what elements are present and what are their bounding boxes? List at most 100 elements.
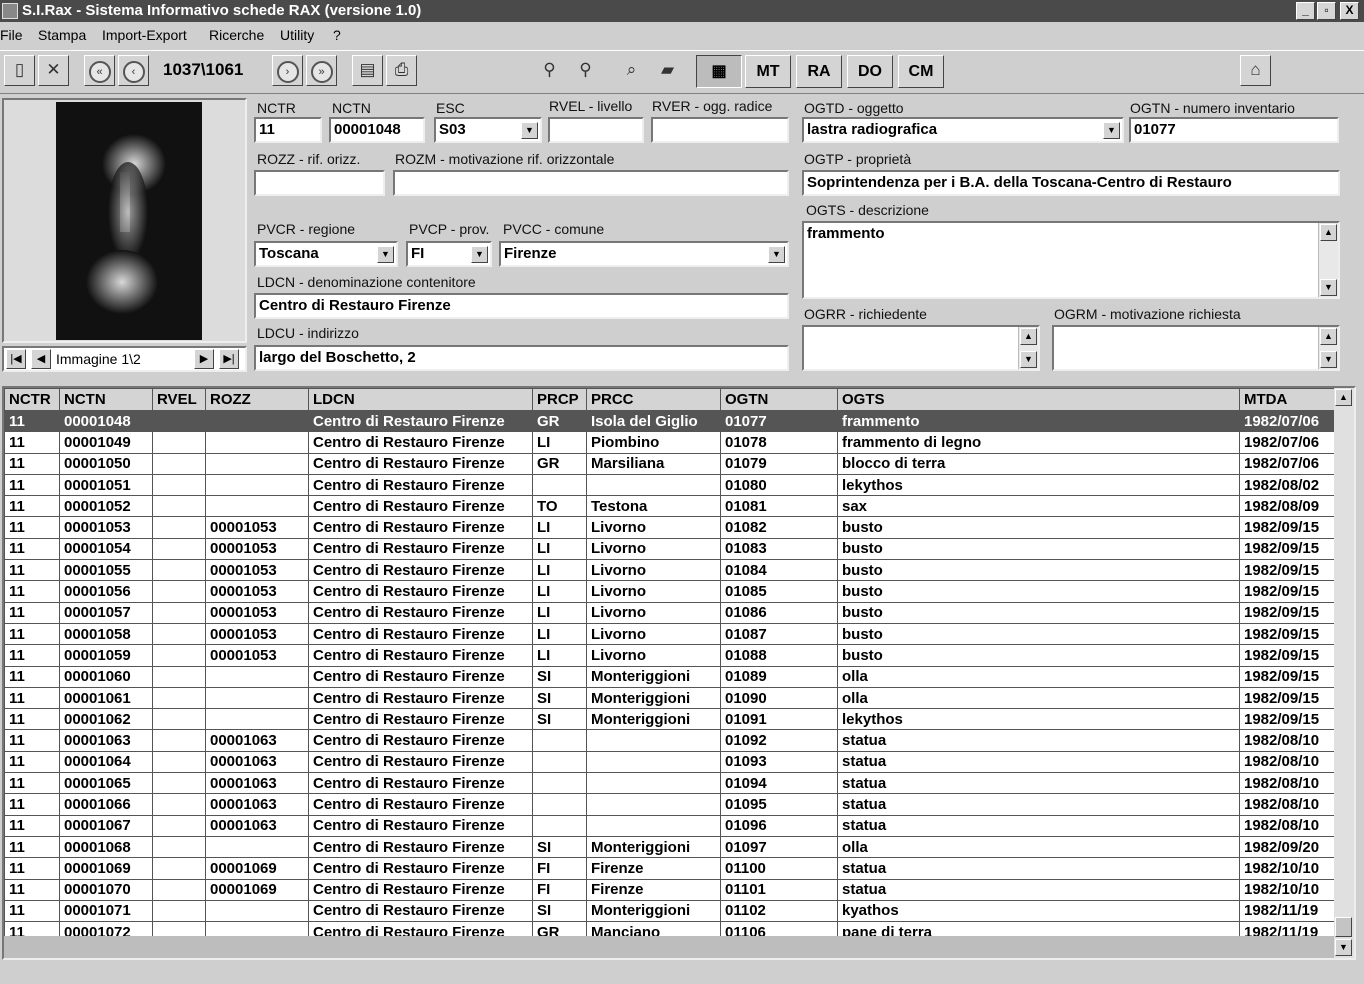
- cell-ogts[interactable]: busto: [837, 516, 1240, 539]
- cell-ldcn[interactable]: Centro di Restauro Firenze: [308, 878, 533, 901]
- cell-nctr[interactable]: 11: [4, 622, 60, 646]
- cell-ogtn[interactable]: 01088: [720, 644, 838, 667]
- cell-ldcn[interactable]: Centro di Restauro Firenze: [308, 580, 533, 603]
- cell-rozz[interactable]: [205, 899, 309, 923]
- cell-rvel[interactable]: [152, 772, 206, 795]
- cell-ogtn[interactable]: 01085: [720, 580, 838, 603]
- cell-nctr[interactable]: 11: [4, 559, 60, 582]
- cell-ogtn[interactable]: 01091: [720, 708, 838, 731]
- cell-ogtn[interactable]: 01090: [720, 686, 838, 710]
- cell-nctn[interactable]: 00001057: [59, 601, 153, 624]
- cell-rozz[interactable]: 00001053: [205, 537, 309, 561]
- column-header-ogts[interactable]: OGTS: [837, 388, 1240, 411]
- cell-mtda[interactable]: 1982/09/15: [1239, 580, 1335, 603]
- zoom-button[interactable]: ⌕: [616, 55, 647, 86]
- cell-prcp[interactable]: LI: [532, 601, 587, 624]
- cell-ldcn[interactable]: Centro di Restauro Firenze: [308, 473, 533, 497]
- menu-utility[interactable]: Utility: [280, 27, 314, 43]
- cell-prcc[interactable]: Testona: [586, 495, 721, 518]
- cell-rozz[interactable]: 00001069: [205, 878, 309, 901]
- cell-prcc[interactable]: [586, 473, 721, 497]
- column-header-rozz[interactable]: ROZZ: [205, 388, 309, 411]
- cell-prcp[interactable]: GR: [532, 452, 587, 475]
- cell-nctn[interactable]: 00001049: [59, 431, 153, 454]
- cell-ldcn[interactable]: Centro di Restauro Firenze: [308, 601, 533, 624]
- cell-rvel[interactable]: [152, 814, 206, 837]
- cell-prcc[interactable]: Marsiliana: [586, 452, 721, 475]
- table-row[interactable]: 11 00001050 Centro di Restauro Firenze GR Ma…: [4, 452, 1335, 475]
- cell-prcc[interactable]: Firenze: [586, 878, 721, 901]
- cell-ogts[interactable]: statua: [837, 729, 1240, 752]
- cell-rozz[interactable]: [205, 409, 309, 433]
- cell-nctn[interactable]: 00001051: [59, 473, 153, 497]
- cell-rozz[interactable]: 00001063: [205, 750, 309, 774]
- cell-rvel[interactable]: [152, 516, 206, 539]
- cell-nctr[interactable]: 11: [4, 431, 60, 454]
- cell-ogtn[interactable]: 01101: [720, 878, 838, 901]
- cell-rvel[interactable]: [152, 857, 206, 880]
- chevron-down-icon[interactable]: ▼: [1103, 122, 1120, 139]
- rver-field[interactable]: [651, 117, 789, 143]
- cell-nctn[interactable]: 00001060: [59, 665, 153, 688]
- column-header-prcc[interactable]: PRCC: [586, 388, 721, 411]
- cell-prcp[interactable]: SI: [532, 686, 587, 710]
- cell-nctn[interactable]: 00001059: [59, 644, 153, 667]
- last-record-button[interactable]: »: [306, 55, 337, 86]
- cell-prcp[interactable]: [532, 793, 587, 816]
- cell-rvel[interactable]: [152, 431, 206, 454]
- cell-mtda[interactable]: 1982/08/10: [1239, 750, 1335, 774]
- rozm-field[interactable]: [393, 170, 789, 196]
- cell-rvel[interactable]: [152, 750, 206, 774]
- cell-ldcn[interactable]: Centro di Restauro Firenze: [308, 729, 533, 752]
- cell-rozz[interactable]: 00001053: [205, 601, 309, 624]
- cell-rvel[interactable]: [152, 601, 206, 624]
- scanner-button[interactable]: ▰: [652, 55, 683, 86]
- cell-ldcn[interactable]: Centro di Restauro Firenze: [308, 835, 533, 859]
- cell-prcp[interactable]: SI: [532, 708, 587, 731]
- cell-rvel[interactable]: [152, 665, 206, 688]
- cell-nctr[interactable]: 11: [4, 708, 60, 731]
- cell-nctn[interactable]: 00001061: [59, 686, 153, 710]
- cell-nctr[interactable]: 11: [4, 835, 60, 859]
- ogtn-field[interactable]: 01077: [1129, 117, 1339, 143]
- cell-ldcn[interactable]: Centro di Restauro Firenze: [308, 899, 533, 923]
- cell-ldcn[interactable]: Centro di Restauro Firenze: [308, 708, 533, 731]
- previous-image-button[interactable]: ◀: [31, 349, 51, 369]
- cell-ogtn[interactable]: 01083: [720, 537, 838, 561]
- first-image-button[interactable]: |◀: [6, 349, 26, 369]
- grid-view-button[interactable]: ▦: [696, 55, 742, 88]
- cell-ogtn[interactable]: 01082: [720, 516, 838, 539]
- cell-rvel[interactable]: [152, 686, 206, 710]
- cell-prcp[interactable]: LI: [532, 644, 587, 667]
- cell-ogtn[interactable]: 01094: [720, 772, 838, 795]
- table-row[interactable]: 11 00001048 Centro di Restauro Firenze GR Is…: [4, 409, 1335, 433]
- cell-rvel[interactable]: [152, 899, 206, 923]
- cell-prcc[interactable]: Livorno: [586, 516, 721, 539]
- cell-mtda[interactable]: 1982/09/15: [1239, 644, 1335, 667]
- cell-nctr[interactable]: 11: [4, 665, 60, 688]
- search-button[interactable]: ⚲: [534, 55, 565, 86]
- cell-prcc[interactable]: Monteriggioni: [586, 686, 721, 710]
- cell-prcc[interactable]: Monteriggioni: [586, 899, 721, 923]
- mt-button[interactable]: MT: [745, 55, 791, 88]
- cell-prcp[interactable]: GR: [532, 409, 587, 433]
- cell-prcc[interactable]: [586, 814, 721, 837]
- cell-rvel[interactable]: [152, 580, 206, 603]
- cell-prcp[interactable]: LI: [532, 431, 587, 454]
- cell-nctn[interactable]: 00001048: [59, 409, 153, 433]
- ldcu-field[interactable]: largo del Boschetto, 2: [254, 345, 789, 371]
- menu-file[interactable]: File: [0, 27, 23, 43]
- cell-ldcn[interactable]: Centro di Restauro Firenze: [308, 665, 533, 688]
- new-record-button[interactable]: ▯: [4, 55, 35, 86]
- ra-button[interactable]: RA: [796, 55, 842, 88]
- cell-ogtn[interactable]: 01077: [720, 409, 838, 433]
- cell-ogts[interactable]: busto: [837, 580, 1240, 603]
- maximize-button[interactable]: ▫: [1317, 2, 1336, 20]
- cell-nctr[interactable]: 11: [4, 580, 60, 603]
- cell-mtda[interactable]: 1982/09/15: [1239, 665, 1335, 688]
- cell-mtda[interactable]: 1982/07/06: [1239, 452, 1335, 475]
- table-row[interactable]: 11 00001063 00001063 Centro di Restauro Fir…: [4, 729, 1335, 752]
- cell-prcp[interactable]: SI: [532, 835, 587, 859]
- table-row[interactable]: 11 00001049 Centro di Restauro Firenze LI Pi…: [4, 431, 1335, 454]
- chevron-down-icon[interactable]: ▼: [471, 246, 488, 263]
